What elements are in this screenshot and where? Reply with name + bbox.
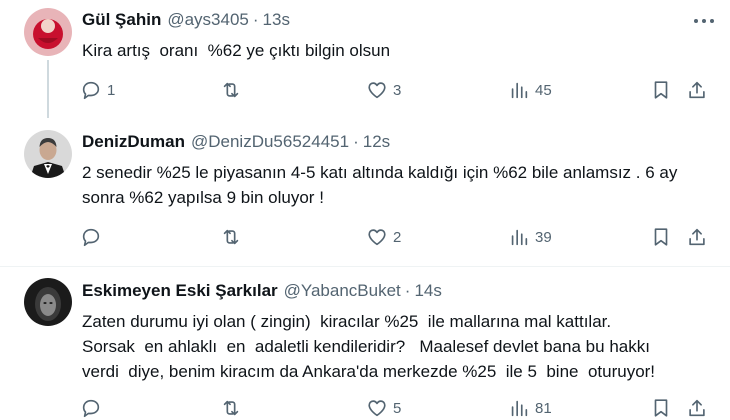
retweet-button[interactable]	[220, 396, 247, 420]
reply-button[interactable]	[80, 396, 107, 420]
timestamp[interactable]: 12s	[363, 132, 390, 152]
tweet-actions: 5 81	[78, 396, 718, 420]
author-name[interactable]: DenizDuman	[82, 132, 185, 152]
avatar[interactable]	[24, 8, 72, 56]
views-button[interactable]: 81	[508, 396, 552, 420]
separator-dot: ·	[252, 10, 259, 29]
heart-icon	[368, 82, 386, 99]
author-handle[interactable]: @ays3405	[167, 10, 249, 30]
views-button[interactable]: 45	[508, 78, 552, 102]
bookmark-button[interactable]	[650, 396, 672, 420]
share-icon	[689, 81, 705, 99]
tweet-actions: 2 39	[78, 225, 718, 249]
retweet-icon	[223, 82, 239, 98]
like-count: 5	[393, 399, 402, 417]
reply-button[interactable]	[80, 225, 107, 249]
reply-count: 1	[107, 81, 116, 99]
share-icon	[689, 228, 705, 246]
thread-connector	[47, 60, 49, 118]
views-icon	[511, 400, 528, 417]
views-count: 39	[535, 228, 552, 246]
timestamp[interactable]: 13s	[263, 10, 290, 30]
bookmark-button[interactable]	[650, 225, 672, 249]
share-button[interactable]	[686, 78, 708, 102]
more-icon[interactable]	[694, 19, 714, 25]
separator-dot: ·	[404, 281, 411, 300]
retweet-button[interactable]	[220, 78, 247, 102]
bookmark-icon	[654, 81, 668, 99]
bookmark-icon	[654, 399, 668, 417]
tweet-text: 2 senedir %25 le piyasanın 4-5 katı altı…	[82, 163, 683, 207]
avatar[interactable]	[24, 278, 72, 326]
avatar[interactable]	[24, 130, 72, 178]
reply-icon	[82, 81, 100, 100]
heart-icon	[368, 229, 386, 246]
heart-icon	[368, 400, 386, 417]
views-icon	[511, 229, 528, 246]
like-count: 3	[393, 81, 402, 99]
separator-dot: ·	[353, 132, 359, 151]
views-icon	[511, 82, 528, 99]
like-count: 2	[393, 228, 402, 246]
timestamp[interactable]: 14s	[414, 281, 441, 301]
share-icon	[689, 399, 705, 417]
retweet-button[interactable]	[220, 225, 247, 249]
views-count: 45	[535, 81, 552, 99]
tweet-actions: 1 3 45	[78, 78, 718, 102]
tweet-text: Kira artış oranı %62 ye çıktı bilgin ols…	[82, 41, 391, 60]
reply-icon	[82, 399, 100, 418]
like-button[interactable]: 3	[366, 78, 401, 102]
tweet[interactable]: DenizDuman @DenizDu56524451 · 12s 2 sene…	[0, 118, 730, 266]
views-count: 81	[535, 399, 552, 417]
tweet[interactable]: Eskimeyen Eski Şarkılar @YabancBuket · 1…	[0, 267, 730, 420]
tweet[interactable]: Gül Şahin @ays3405 · 13s Kira artış oran…	[0, 0, 730, 118]
like-button[interactable]: 2	[366, 225, 401, 249]
author-name[interactable]: Gül Şahin	[82, 10, 161, 30]
views-button[interactable]: 39	[508, 225, 552, 249]
bookmark-icon	[654, 228, 668, 246]
share-button[interactable]	[686, 396, 708, 420]
reply-icon	[82, 228, 100, 247]
like-button[interactable]: 5	[366, 396, 401, 420]
reply-button[interactable]: 1	[80, 78, 115, 102]
share-button[interactable]	[686, 225, 708, 249]
tweet-text: Zaten durumu iyi olan ( zingin) kiracıla…	[82, 312, 656, 381]
retweet-icon	[223, 229, 239, 245]
author-handle[interactable]: @DenizDu56524451	[191, 132, 349, 152]
retweet-icon	[223, 400, 239, 416]
author-handle[interactable]: @YabancBuket	[284, 281, 401, 301]
bookmark-button[interactable]	[650, 78, 672, 102]
author-name[interactable]: Eskimeyen Eski Şarkılar	[82, 281, 278, 301]
